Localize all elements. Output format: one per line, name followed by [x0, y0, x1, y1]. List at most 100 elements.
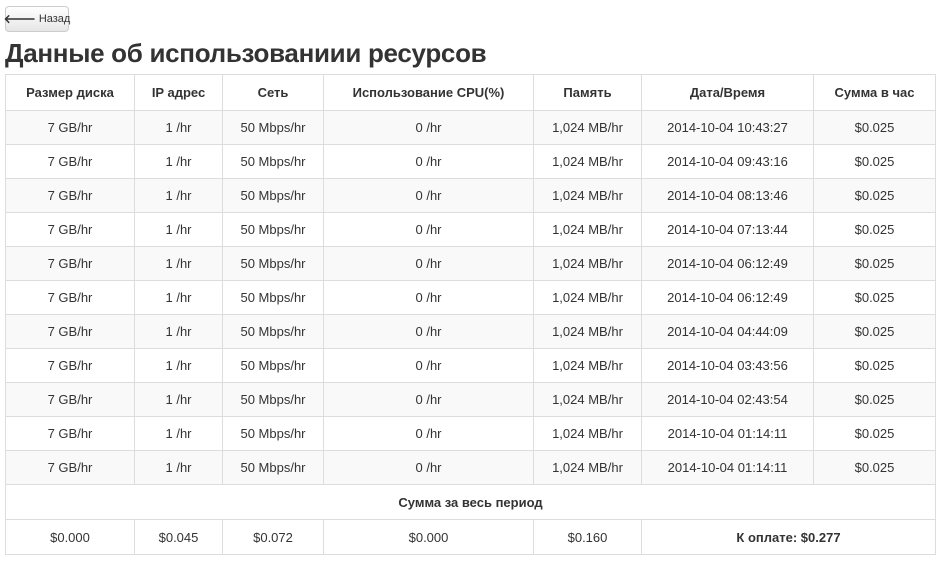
table-cell: $0.025 [813, 314, 936, 349]
table-row: 7 GB/hr 1 /hr 50 Mbps/hr 0 /hr 1,024 MB/hr 20… [5, 246, 936, 281]
table-cell: 2014-10-04 08:13:46 [641, 178, 814, 213]
table-cell: 1 /hr [134, 212, 223, 247]
table-cell: 1,024 MB/hr [533, 178, 642, 213]
table-cell: 50 Mbps/hr [222, 280, 324, 315]
table-cell: 1,024 MB/hr [533, 314, 642, 349]
summary-row: $0.000 $0.045 $0.072 $0.000 $0.160 К опл… [5, 519, 936, 555]
table-cell: 50 Mbps/hr [222, 416, 324, 451]
table-cell: 50 Mbps/hr [222, 212, 324, 247]
table-row: 7 GB/hr 1 /hr 50 Mbps/hr 0 /hr 1,024 MB/hr 20… [5, 178, 936, 213]
summary-network: $0.072 [222, 519, 324, 555]
column-header: Размер диска [5, 74, 135, 111]
back-button[interactable]: 🡐 Назад [3, 6, 70, 32]
table-cell: 0 /hr [323, 416, 534, 451]
table-cell: 2014-10-04 07:13:44 [641, 212, 814, 247]
table-cell: 50 Mbps/hr [222, 314, 324, 349]
column-header: IP адрес [134, 74, 223, 111]
summary-ip: $0.045 [134, 519, 223, 555]
table-cell: 1,024 MB/hr [533, 110, 642, 145]
table-cell: 50 Mbps/hr [222, 246, 324, 281]
summary-title: Сумма за весь период [5, 484, 936, 520]
arrow-left-icon: 🡐 [3, 12, 36, 26]
table-cell: 1 /hr [134, 348, 223, 383]
table-cell: 2014-10-04 01:14:11 [641, 450, 814, 485]
table-cell: 7 GB/hr [5, 280, 135, 315]
table-cell: 0 /hr [323, 348, 534, 383]
table-cell: $0.025 [813, 246, 936, 281]
table-cell: 2014-10-04 01:14:11 [641, 416, 814, 451]
summary-total: К оплате: $0.277 [641, 519, 936, 555]
table-cell: 1 /hr [134, 382, 223, 417]
table-cell: 1,024 MB/hr [533, 450, 642, 485]
page-title: Данные об использованиии ресурсов [5, 38, 487, 68]
table-cell: 2014-10-04 09:43:16 [641, 144, 814, 179]
table-cell: 50 Mbps/hr [222, 144, 324, 179]
table-row: 7 GB/hr 1 /hr 50 Mbps/hr 0 /hr 1,024 MB/hr 20… [5, 314, 936, 349]
table-cell: 0 /hr [323, 246, 534, 281]
table-cell: 2014-10-04 10:43:27 [641, 110, 814, 145]
table-cell: 50 Mbps/hr [222, 450, 324, 485]
table-cell: $0.025 [813, 212, 936, 247]
table-row: 7 GB/hr 1 /hr 50 Mbps/hr 0 /hr 1,024 MB/hr 20… [5, 382, 936, 417]
table-cell: 7 GB/hr [5, 416, 135, 451]
table-cell: 1,024 MB/hr [533, 212, 642, 247]
table-cell: 7 GB/hr [5, 450, 135, 485]
table-cell: 1 /hr [134, 450, 223, 485]
table-cell: 0 /hr [323, 178, 534, 213]
table-cell: 7 GB/hr [5, 212, 135, 247]
table-cell: 0 /hr [323, 450, 534, 485]
table-cell: 50 Mbps/hr [222, 382, 324, 417]
table-cell: 1 /hr [134, 246, 223, 281]
table-cell: 1,024 MB/hr [533, 382, 642, 417]
table-cell: 0 /hr [323, 212, 534, 247]
table-cell: 2014-10-04 04:44:09 [641, 314, 814, 349]
table-cell: 2014-10-04 06:12:49 [641, 246, 814, 281]
table-cell: $0.025 [813, 110, 936, 145]
table-cell: 0 /hr [323, 280, 534, 315]
table-cell: 7 GB/hr [5, 178, 135, 213]
summary-header-row: Сумма за весь период [5, 484, 936, 520]
table-cell: $0.025 [813, 382, 936, 417]
table-cell: 7 GB/hr [5, 348, 135, 383]
table-cell: 1,024 MB/hr [533, 416, 642, 451]
table-cell: $0.025 [813, 416, 936, 451]
table-cell: 7 GB/hr [5, 110, 135, 145]
table-cell: 2014-10-04 03:43:56 [641, 348, 814, 383]
table-cell: 1,024 MB/hr [533, 348, 642, 383]
table-row: 7 GB/hr 1 /hr 50 Mbps/hr 0 /hr 1,024 MB/hr 20… [5, 450, 936, 485]
table-cell: 1 /hr [134, 178, 223, 213]
table-cell: 0 /hr [323, 382, 534, 417]
summary-memory: $0.160 [533, 519, 642, 555]
column-header: Память [533, 74, 642, 111]
table-cell: 50 Mbps/hr [222, 348, 324, 383]
table-cell: 0 /hr [323, 314, 534, 349]
table-row: 7 GB/hr 1 /hr 50 Mbps/hr 0 /hr 1,024 MB/hr 20… [5, 144, 936, 179]
page: 🡐 Назад Данные об использованиии ресурсо… [0, 0, 943, 582]
table-cell: 1 /hr [134, 314, 223, 349]
table-cell: $0.025 [813, 280, 936, 315]
column-header: Сумма в час [813, 74, 936, 111]
table-row: 7 GB/hr 1 /hr 50 Mbps/hr 0 /hr 1,024 MB/hr 20… [5, 416, 936, 451]
table-cell: 1 /hr [134, 280, 223, 315]
table-row: 7 GB/hr 1 /hr 50 Mbps/hr 0 /hr 1,024 MB/hr 20… [5, 280, 936, 315]
table-header-row: Размер диска IP адрес Сеть Использование… [5, 74, 936, 111]
table-row: 7 GB/hr 1 /hr 50 Mbps/hr 0 /hr 1,024 MB/hr 20… [5, 212, 936, 247]
summary-disk: $0.000 [5, 519, 135, 555]
table-cell: $0.025 [813, 450, 936, 485]
table-cell: 7 GB/hr [5, 144, 135, 179]
table-cell: 7 GB/hr [5, 314, 135, 349]
table-cell: $0.025 [813, 178, 936, 213]
table-cell: 0 /hr [323, 110, 534, 145]
table-cell: 1,024 MB/hr [533, 246, 642, 281]
table-cell: 7 GB/hr [5, 246, 135, 281]
summary-cpu: $0.000 [323, 519, 534, 555]
table-row: 7 GB/hr 1 /hr 50 Mbps/hr 0 /hr 1,024 MB/hr 20… [5, 348, 936, 383]
table-cell: 1,024 MB/hr [533, 280, 642, 315]
table-cell: $0.025 [813, 144, 936, 179]
table-cell: 2014-10-04 02:43:54 [641, 382, 814, 417]
table-cell: 1 /hr [134, 416, 223, 451]
column-header: Дата/Время [641, 74, 814, 111]
table-cell: $0.025 [813, 348, 936, 383]
table-cell: 1,024 MB/hr [533, 144, 642, 179]
column-header: Использование CPU(%) [323, 74, 534, 111]
